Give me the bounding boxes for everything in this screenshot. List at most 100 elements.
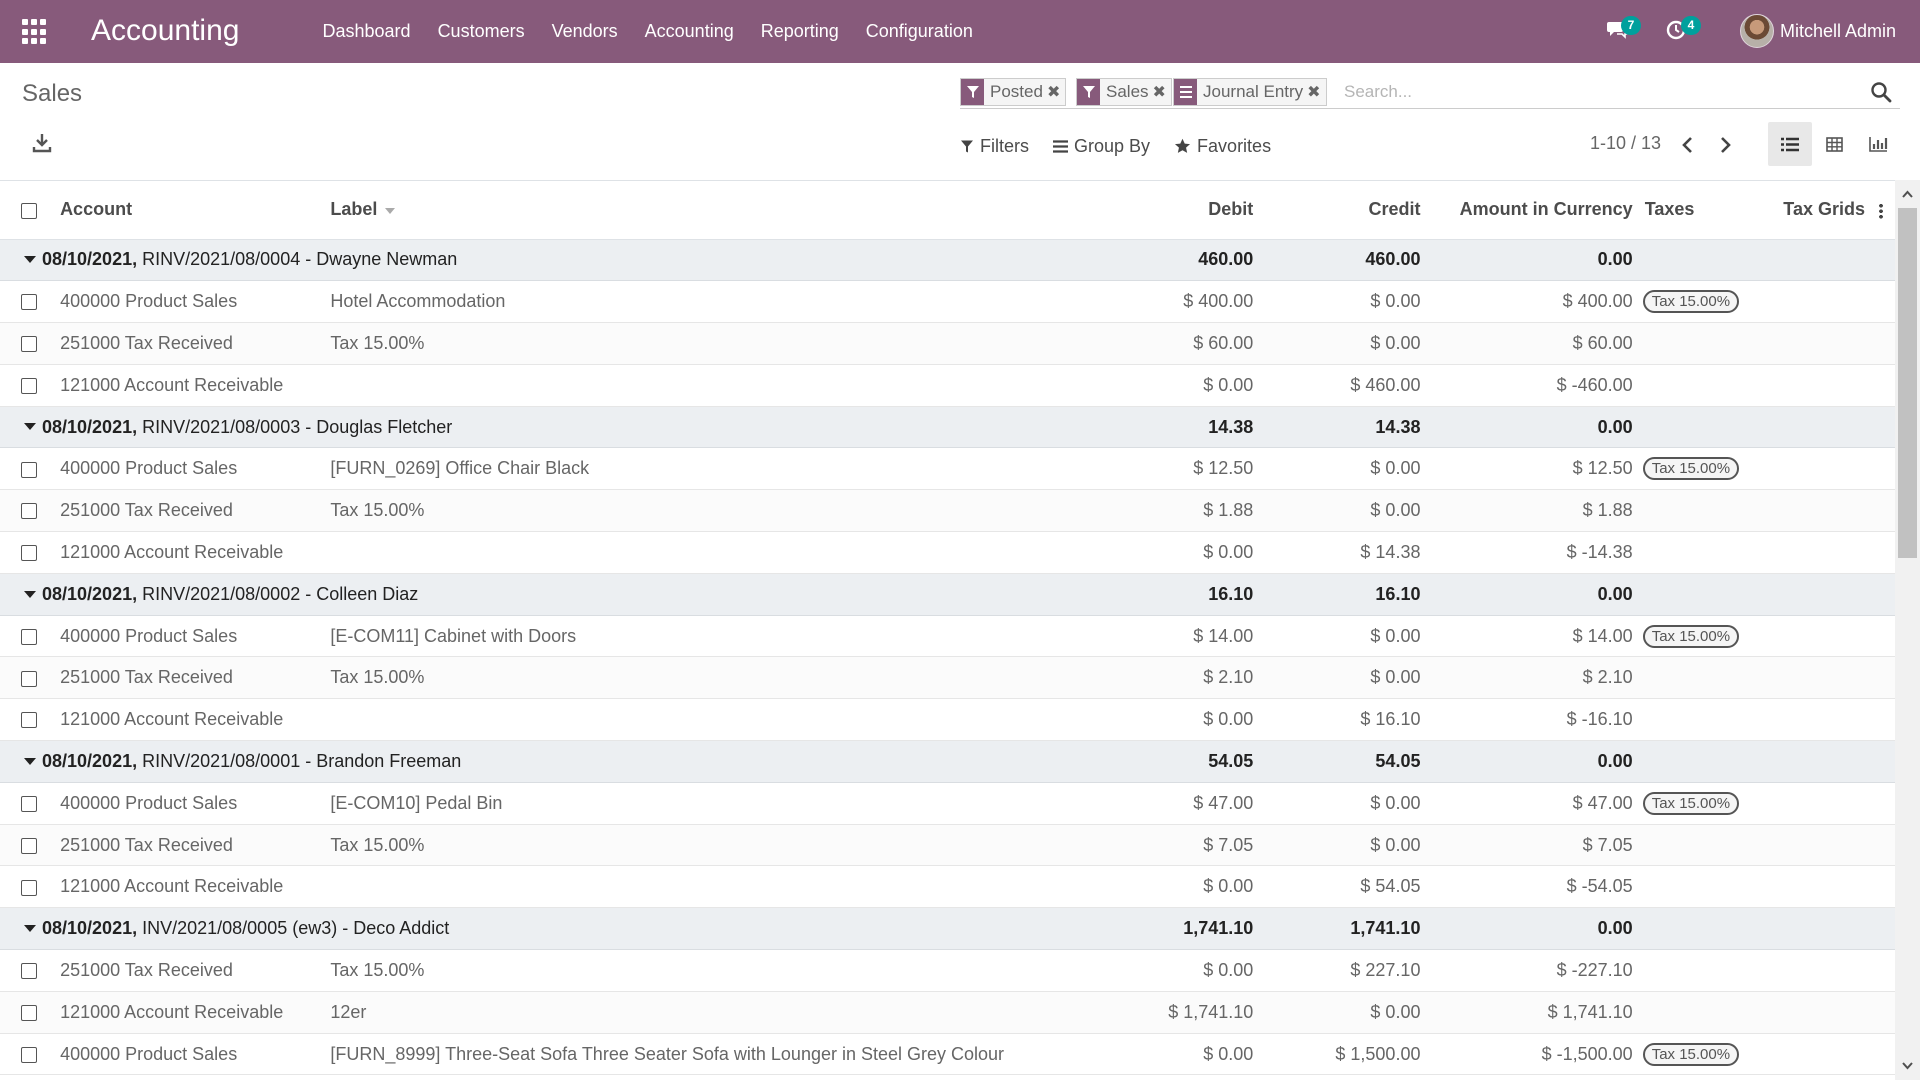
menu-configuration[interactable]: Configuration bbox=[852, 0, 986, 63]
cell-taxes[interactable] bbox=[1632, 531, 1745, 574]
scrollbar-thumb[interactable] bbox=[1898, 208, 1917, 558]
cell-credit[interactable]: $ 54.05 bbox=[1253, 865, 1421, 909]
cell-amount-currency[interactable]: $ -1,500.00 bbox=[1420, 1033, 1633, 1076]
optional-columns-icon[interactable] bbox=[1879, 202, 1883, 219]
row-checkbox[interactable] bbox=[21, 545, 37, 562]
search-input[interactable] bbox=[1344, 79, 1844, 105]
group-by-button[interactable]: Group By bbox=[1053, 131, 1150, 161]
cell-amount-currency[interactable]: $ -16.10 bbox=[1420, 698, 1633, 742]
cell-credit[interactable]: $ 227.10 bbox=[1253, 949, 1421, 992]
cell-account[interactable]: 251000 Tax Received bbox=[60, 489, 331, 533]
menu-vendors[interactable]: Vendors bbox=[538, 0, 631, 63]
group-row[interactable]: 08/10/2021, INV/2021/08/0005 (ew3) - Dec… bbox=[0, 907, 1895, 951]
cell-account[interactable]: 400000 Product Sales bbox=[60, 280, 331, 324]
graph-view-button[interactable] bbox=[1856, 122, 1900, 166]
cell-debit[interactable]: $ 0.00 bbox=[1011, 1033, 1254, 1076]
cell-tax-grids[interactable] bbox=[1744, 865, 1895, 909]
cell-taxes[interactable]: Tax 15.00% bbox=[1632, 782, 1745, 825]
table-row[interactable]: 400000 Product Sales [FURN_8999] Three-Se… bbox=[0, 1033, 1895, 1076]
cell-credit[interactable]: $ 0.00 bbox=[1253, 280, 1421, 324]
cell-amount-currency[interactable]: $ 12.50 bbox=[1420, 447, 1633, 491]
cell-amount-currency[interactable]: $ -54.05 bbox=[1420, 865, 1633, 909]
cell-taxes[interactable] bbox=[1632, 322, 1745, 365]
cell-taxes[interactable] bbox=[1632, 489, 1745, 533]
cell-label[interactable]: [FURN_0269] Office Chair Black bbox=[330, 447, 1012, 491]
row-checkbox[interactable] bbox=[21, 837, 37, 854]
app-title[interactable]: Accounting bbox=[91, 12, 239, 50]
column-amount-currency[interactable]: Amount in Currency bbox=[1420, 181, 1633, 240]
cell-tax-grids[interactable] bbox=[1744, 489, 1895, 533]
cell-account[interactable]: 121000 Account Receivable bbox=[60, 991, 331, 1034]
cell-tax-grids[interactable] bbox=[1744, 949, 1895, 992]
cell-taxes[interactable]: Tax 15.00% bbox=[1632, 447, 1745, 491]
menu-customers[interactable]: Customers bbox=[424, 0, 538, 63]
cell-amount-currency[interactable]: $ 1.88 bbox=[1420, 489, 1633, 533]
cell-debit[interactable]: $ 60.00 bbox=[1011, 322, 1254, 365]
cell-debit[interactable]: $ 0.00 bbox=[1011, 698, 1254, 742]
scroll-up-icon[interactable] bbox=[1901, 188, 1914, 201]
group-row[interactable]: 08/10/2021, RINV/2021/08/0001 - Brandon … bbox=[0, 740, 1895, 783]
cell-credit[interactable]: $ 1,500.00 bbox=[1253, 1033, 1421, 1076]
cell-amount-currency[interactable]: $ 47.00 bbox=[1420, 782, 1633, 825]
scroll-down-icon[interactable] bbox=[1901, 1059, 1914, 1072]
cell-credit[interactable]: $ 0.00 bbox=[1253, 782, 1421, 825]
cell-amount-currency[interactable]: $ 14.00 bbox=[1420, 615, 1633, 658]
cell-debit[interactable]: $ 1.88 bbox=[1011, 489, 1254, 533]
row-checkbox[interactable] bbox=[21, 336, 37, 353]
cell-tax-grids[interactable] bbox=[1744, 531, 1895, 574]
cell-taxes[interactable] bbox=[1632, 865, 1745, 909]
column-taxes[interactable]: Taxes bbox=[1632, 181, 1745, 240]
cell-label[interactable]: Tax 15.00% bbox=[330, 322, 1012, 365]
cell-credit[interactable]: $ 0.00 bbox=[1253, 489, 1421, 533]
cell-label[interactable]: [FURN_8999] Three-Seat Sofa Three Seater… bbox=[330, 1033, 1012, 1076]
cell-tax-grids[interactable] bbox=[1744, 364, 1895, 407]
apps-menu-icon[interactable] bbox=[22, 19, 48, 45]
row-checkbox[interactable] bbox=[21, 1046, 37, 1063]
filters-button[interactable]: Filters bbox=[960, 131, 1029, 161]
cell-amount-currency[interactable]: $ 60.00 bbox=[1420, 322, 1633, 365]
column-tax-grids[interactable]: Tax Grids bbox=[1744, 181, 1895, 240]
cell-amount-currency[interactable]: $ 1,741.10 bbox=[1420, 991, 1633, 1034]
caret-down-icon[interactable] bbox=[24, 924, 36, 932]
remove-facet-icon[interactable]: ✖ bbox=[1307, 82, 1325, 102]
chevron-left-icon[interactable] bbox=[1678, 134, 1698, 156]
table-row[interactable]: 251000 Tax Received Tax 15.00% $ 0.00 $ 227… bbox=[0, 949, 1895, 992]
user-avatar[interactable] bbox=[1740, 14, 1774, 48]
table-row[interactable]: 121000 Account Receivable $ 0.00 $ 16.10 $ … bbox=[0, 698, 1895, 742]
cell-tax-grids[interactable] bbox=[1744, 698, 1895, 742]
cell-account[interactable]: 121000 Account Receivable bbox=[60, 865, 331, 909]
cell-taxes[interactable]: Tax 15.00% bbox=[1632, 615, 1745, 658]
cell-credit[interactable]: $ 0.00 bbox=[1253, 824, 1421, 867]
cell-tax-grids[interactable] bbox=[1744, 782, 1895, 825]
cell-account[interactable]: 121000 Account Receivable bbox=[60, 698, 331, 742]
cell-credit[interactable]: $ 0.00 bbox=[1253, 447, 1421, 491]
cell-tax-grids[interactable] bbox=[1744, 991, 1895, 1034]
cell-label[interactable] bbox=[330, 364, 1012, 407]
cell-credit[interactable]: $ 0.00 bbox=[1253, 615, 1421, 658]
cell-taxes[interactable]: Tax 15.00% bbox=[1632, 280, 1745, 324]
cell-amount-currency[interactable]: $ -227.10 bbox=[1420, 949, 1633, 992]
cell-label[interactable]: Tax 15.00% bbox=[330, 949, 1012, 992]
cell-debit[interactable]: $ 12.50 bbox=[1011, 447, 1254, 491]
cell-amount-currency[interactable]: $ 7.05 bbox=[1420, 824, 1633, 867]
caret-down-icon[interactable] bbox=[24, 590, 36, 598]
cell-debit[interactable]: $ 0.00 bbox=[1011, 949, 1254, 992]
cell-debit[interactable]: $ 0.00 bbox=[1011, 531, 1254, 574]
table-row[interactable]: 251000 Tax Received Tax 15.00% $ 60.00 $ 0.… bbox=[0, 322, 1895, 365]
chevron-right-icon[interactable] bbox=[1715, 134, 1735, 156]
row-checkbox[interactable] bbox=[21, 670, 37, 687]
remove-facet-icon[interactable]: ✖ bbox=[1047, 82, 1065, 102]
cell-tax-grids[interactable] bbox=[1744, 824, 1895, 867]
column-debit[interactable]: Debit bbox=[1011, 181, 1254, 240]
cell-label[interactable]: Tax 15.00% bbox=[330, 489, 1012, 533]
table-row[interactable]: 251000 Tax Received Tax 15.00% $ 2.10 $ 0.0… bbox=[0, 656, 1895, 700]
cell-debit[interactable]: $ 1,741.10 bbox=[1011, 991, 1254, 1034]
cell-taxes[interactable]: Tax 15.00% bbox=[1632, 1033, 1745, 1076]
table-row[interactable]: 251000 Tax Received Tax 15.00% $ 7.05 $ 0.0… bbox=[0, 824, 1895, 867]
row-checkbox[interactable] bbox=[21, 294, 37, 311]
cell-label[interactable]: Hotel Accommodation bbox=[330, 280, 1012, 324]
cell-tax-grids[interactable] bbox=[1744, 656, 1895, 700]
cell-credit[interactable]: $ 460.00 bbox=[1253, 364, 1421, 407]
cell-credit[interactable]: $ 14.38 bbox=[1253, 531, 1421, 574]
table-row[interactable]: 400000 Product Sales [E-COM10] Pedal Bin $… bbox=[0, 782, 1895, 825]
